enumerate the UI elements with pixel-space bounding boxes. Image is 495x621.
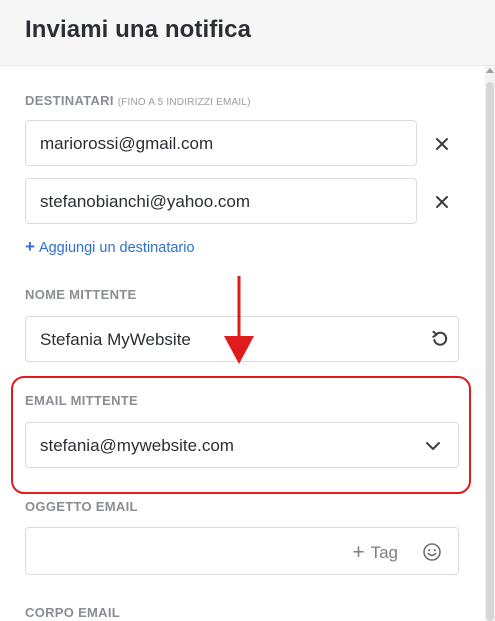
recipient-field-1[interactable]: mariorossi@gmail.com <box>25 120 417 166</box>
page-title: Inviami una notifica <box>25 16 252 43</box>
subject-label: OGGETTO EMAIL <box>25 499 138 514</box>
add-recipient-label: Aggiungi un destinatario <box>38 240 195 256</box>
recipient-field-2[interactable]: stefanobianchi@yahoo.com <box>25 178 417 224</box>
close-icon <box>436 196 448 208</box>
sender-name-value[interactable]: Stefania MyWebsite <box>40 330 191 350</box>
sender-email-select[interactable]: stefania@mywebsite.com <box>25 422 459 468</box>
recipients-label-text: DESTINATARI <box>25 93 114 108</box>
remove-recipient-1-button[interactable] <box>432 134 452 154</box>
scroll-up-arrow-icon[interactable] <box>486 68 494 73</box>
undo-icon <box>432 330 448 346</box>
sender-email-dropdown-button[interactable] <box>424 437 442 460</box>
recipients-hint: (FINO A 5 INDIRIZZI EMAIL) <box>117 97 251 108</box>
recipient-value-1[interactable]: mariorossi@gmail.com <box>40 134 213 154</box>
add-recipient-link[interactable]: + Aggiungi un destinatario <box>25 237 195 257</box>
close-icon <box>436 138 448 150</box>
plus-icon: + <box>25 237 35 256</box>
notification-panel: Inviami una notifica DESTINATARI (FINO A… <box>0 0 495 621</box>
remove-recipient-2-button[interactable] <box>432 192 452 212</box>
panel-header: Inviami una notifica <box>0 0 495 66</box>
sender-email-value[interactable]: stefania@mywebsite.com <box>40 436 234 456</box>
reset-sender-name-button[interactable] <box>430 329 450 354</box>
chevron-down-icon <box>426 442 440 450</box>
annotation-arrow-icon <box>224 276 254 364</box>
insert-tag-button[interactable]: + Tag <box>352 540 398 564</box>
sender-name-label: NOME MITTENTE <box>25 287 137 302</box>
tag-label: Tag <box>370 543 398 562</box>
emoji-picker-button[interactable] <box>422 542 442 567</box>
body-label: CORPO EMAIL <box>25 605 121 620</box>
plus-icon: + <box>352 541 365 564</box>
subject-input[interactable]: + Tag <box>25 527 459 575</box>
recipient-value-2[interactable]: stefanobianchi@yahoo.com <box>40 192 250 212</box>
scrollbar-thumb[interactable] <box>486 82 494 621</box>
smiley-icon <box>423 543 441 561</box>
sender-email-label: EMAIL MITTENTE <box>25 393 139 408</box>
recipients-label: DESTINATARI (FINO A 5 INDIRIZZI EMAIL) <box>25 93 251 108</box>
